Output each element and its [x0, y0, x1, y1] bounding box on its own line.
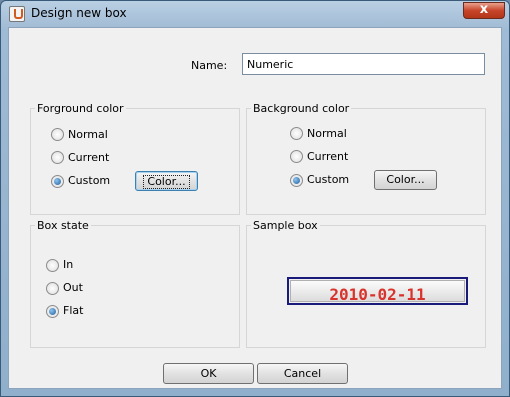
name-label: Name:	[191, 59, 228, 72]
background-color-group: Background color	[246, 102, 486, 215]
box-state-title: Box state	[35, 219, 91, 232]
fg-current-radio[interactable]	[51, 151, 64, 164]
dialog-content: Name: Forground color Normal Current Cus…	[8, 27, 502, 389]
background-color-title: Background color	[251, 102, 352, 115]
bg-color-button[interactable]: Color...	[374, 170, 437, 190]
fg-normal-label[interactable]: Normal	[68, 128, 108, 141]
title-bar[interactable]: Design new box x	[1, 1, 509, 27]
sample-box-title: Sample box	[251, 219, 320, 232]
bg-normal-radio[interactable]	[290, 127, 303, 140]
fg-custom-radio[interactable]	[51, 175, 64, 188]
box-state-group: Box state	[30, 219, 240, 348]
state-in-label[interactable]: In	[63, 258, 73, 271]
fg-color-button[interactable]: Color...	[135, 171, 198, 191]
state-out-radio[interactable]	[46, 282, 59, 295]
sample-box-face: 2010-02-11	[290, 280, 465, 304]
state-out-label[interactable]: Out	[63, 281, 83, 294]
close-button[interactable]: x	[463, 2, 505, 19]
state-in-radio[interactable]	[46, 259, 59, 272]
state-flat-radio[interactable]	[46, 305, 59, 318]
fg-current-label[interactable]: Current	[68, 151, 109, 164]
fg-color-button-label: Color...	[143, 175, 190, 189]
fg-normal-radio[interactable]	[51, 128, 64, 141]
foreground-color-title: Forground color	[35, 102, 126, 115]
bg-normal-label[interactable]: Normal	[307, 127, 347, 140]
sample-box-preview: 2010-02-11	[287, 277, 468, 305]
sample-date-text: 2010-02-11	[329, 285, 426, 304]
name-field[interactable]	[242, 53, 485, 75]
cancel-button[interactable]: Cancel	[257, 363, 348, 384]
java-app-icon	[9, 6, 25, 22]
state-flat-label[interactable]: Flat	[63, 304, 83, 317]
ok-button[interactable]: OK	[163, 363, 254, 384]
window-title: Design new box	[31, 6, 127, 20]
fg-custom-label[interactable]: Custom	[68, 174, 110, 187]
dialog-window: Design new box x Name: Forground color N…	[0, 0, 510, 397]
bg-current-label[interactable]: Current	[307, 150, 348, 163]
bg-custom-label[interactable]: Custom	[307, 173, 349, 186]
bg-custom-radio[interactable]	[290, 174, 303, 187]
bg-current-radio[interactable]	[290, 150, 303, 163]
close-icon: x	[479, 2, 489, 17]
